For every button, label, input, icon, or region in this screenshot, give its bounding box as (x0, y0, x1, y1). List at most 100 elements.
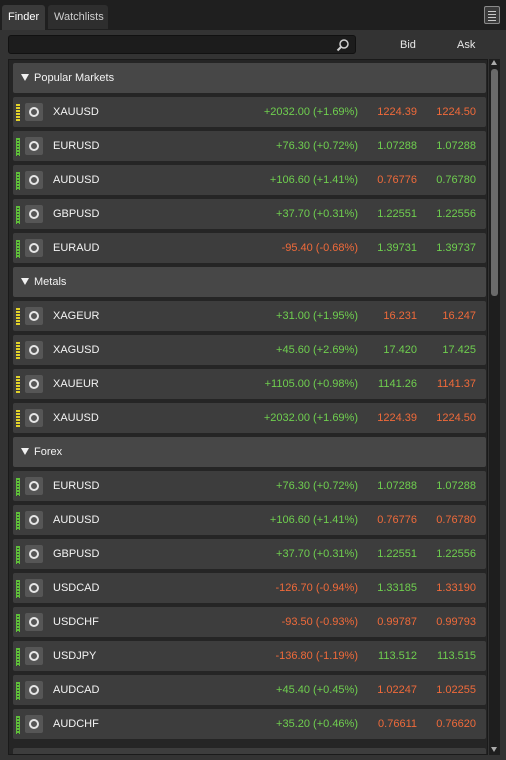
symbol-name: AUDUSD (53, 174, 100, 186)
symbol-row[interactable]: EURUSD +76.30 (+0.72%) 1.07288 1.07288 (13, 131, 486, 161)
column-header-bid: Bid (400, 39, 416, 51)
scroll-down-arrow-icon[interactable] (491, 747, 497, 752)
ask-price[interactable]: 0.76780 (436, 514, 476, 526)
activity-bar-icon (16, 410, 20, 428)
symbol-row-partial[interactable] (13, 748, 486, 754)
symbol-row[interactable]: USDJPY -136.80 (-1.19%) 113.512 113.515 (13, 641, 486, 671)
symbol-status-icon[interactable] (25, 307, 43, 325)
symbol-row[interactable]: AUDUSD +106.60 (+1.41%) 0.76776 0.76780 (13, 165, 486, 195)
bid-price[interactable]: 0.99787 (377, 616, 417, 628)
bid-price[interactable]: 1141.26 (378, 378, 417, 390)
panel-menu-icon[interactable] (484, 6, 500, 24)
symbol-status-icon[interactable] (25, 545, 43, 563)
collapse-triangle-icon[interactable] (21, 278, 29, 285)
bid-price[interactable]: 0.76776 (377, 174, 417, 186)
symbol-row[interactable]: XAUUSD +2032.00 (+1.69%) 1224.39 1224.50 (13, 403, 486, 433)
tab-finder[interactable]: Finder (2, 5, 45, 30)
ask-price[interactable]: 1.22556 (436, 548, 476, 560)
bid-price[interactable]: 17.420 (383, 344, 417, 356)
symbol-list: Popular Markets XAUUSD +2032.00 (+1.69%) 12… (8, 59, 488, 755)
symbol-status-icon[interactable] (25, 477, 43, 495)
ask-price[interactable]: 1.33190 (436, 582, 476, 594)
collapse-triangle-icon[interactable] (21, 74, 29, 81)
bid-price[interactable]: 1.07288 (377, 140, 417, 152)
daily-change: +76.30 (+0.72%) (276, 480, 358, 492)
bid-price[interactable]: 1.02247 (377, 684, 417, 696)
bid-price[interactable]: 1.39731 (377, 242, 417, 254)
symbol-status-icon[interactable] (25, 239, 43, 257)
symbol-name: USDCHF (53, 616, 99, 628)
ask-price[interactable]: 16.247 (442, 310, 476, 322)
symbol-status-icon[interactable] (25, 375, 43, 393)
tab-watchlists[interactable]: Watchlists (48, 5, 108, 29)
ask-price[interactable]: 1.07288 (436, 140, 476, 152)
ask-price[interactable]: 1.22556 (436, 208, 476, 220)
symbol-name: GBPUSD (53, 548, 100, 560)
symbol-row[interactable]: EURUSD +76.30 (+0.72%) 1.07288 1.07288 (13, 471, 486, 501)
ask-price[interactable]: 1224.50 (436, 412, 476, 424)
ask-price[interactable]: 0.76620 (436, 718, 476, 730)
daily-change: +35.20 (+0.46%) (276, 718, 358, 730)
group-header[interactable]: Popular Markets (13, 63, 486, 93)
search-input[interactable] (9, 36, 329, 53)
symbol-row[interactable]: USDCHF -93.50 (-0.93%) 0.99787 0.99793 (13, 607, 486, 637)
list-scrollbar[interactable] (489, 59, 500, 755)
symbol-row[interactable]: AUDUSD +106.60 (+1.41%) 0.76776 0.76780 (13, 505, 486, 535)
symbol-status-icon[interactable] (25, 647, 43, 665)
symbol-row[interactable]: XAGEUR +31.00 (+1.95%) 16.231 16.247 (13, 301, 486, 331)
scroll-up-arrow-icon[interactable] (491, 60, 497, 65)
bid-price[interactable]: 0.76776 (377, 514, 417, 526)
symbol-row[interactable]: XAUUSD +2032.00 (+1.69%) 1224.39 1224.50 (13, 97, 486, 127)
symbol-status-icon[interactable] (25, 341, 43, 359)
symbol-row[interactable]: GBPUSD +37.70 (+0.31%) 1.22551 1.22556 (13, 539, 486, 569)
ask-price[interactable]: 1224.50 (436, 106, 476, 118)
symbol-status-icon[interactable] (25, 205, 43, 223)
bid-price[interactable]: 1.07288 (377, 480, 417, 492)
group-header[interactable]: Metals (13, 267, 486, 297)
symbol-name: GBPUSD (53, 208, 100, 220)
symbol-row[interactable]: XAUEUR +1105.00 (+0.98%) 1141.26 1141.37 (13, 369, 486, 399)
symbol-status-icon[interactable] (25, 103, 43, 121)
ask-price[interactable]: 1.02255 (436, 684, 476, 696)
symbol-status-icon[interactable] (25, 171, 43, 189)
ask-price[interactable]: 0.76780 (436, 174, 476, 186)
bid-price[interactable]: 113.512 (378, 650, 417, 662)
bid-price[interactable]: 16.231 (383, 310, 417, 322)
daily-change: +37.70 (+0.31%) (276, 208, 358, 220)
symbol-status-icon[interactable] (25, 613, 43, 631)
symbol-status-icon[interactable] (25, 511, 43, 529)
bid-price[interactable]: 0.76611 (378, 718, 417, 730)
activity-bar-icon (16, 682, 20, 700)
symbol-name: AUDCAD (53, 684, 100, 696)
bid-price[interactable]: 1224.39 (377, 106, 417, 118)
group-header[interactable]: Forex (13, 437, 486, 467)
ask-price[interactable]: 17.425 (442, 344, 476, 356)
bid-price[interactable]: 1.33185 (377, 582, 417, 594)
symbol-row[interactable]: EURAUD -95.40 (-0.68%) 1.39731 1.39737 (13, 233, 486, 263)
group-title: Metals (34, 276, 67, 288)
symbol-row[interactable]: AUDCHF +35.20 (+0.46%) 0.76611 0.76620 (13, 709, 486, 739)
daily-change: +76.30 (+0.72%) (276, 140, 358, 152)
symbol-status-icon[interactable] (25, 409, 43, 427)
symbol-row[interactable]: USDCAD -126.70 (-0.94%) 1.33185 1.33190 (13, 573, 486, 603)
activity-bar-icon (16, 716, 20, 734)
ask-price[interactable]: 0.99793 (436, 616, 476, 628)
symbol-status-icon[interactable] (25, 137, 43, 155)
scroll-thumb[interactable] (491, 69, 498, 296)
ask-price[interactable]: 113.515 (437, 650, 476, 662)
ask-price[interactable]: 1141.37 (437, 378, 476, 390)
symbol-row[interactable]: XAGUSD +45.60 (+2.69%) 17.420 17.425 (13, 335, 486, 365)
bid-price[interactable]: 1.22551 (377, 208, 417, 220)
symbol-row[interactable]: AUDCAD +45.40 (+0.45%) 1.02247 1.02255 (13, 675, 486, 705)
collapse-triangle-icon[interactable] (21, 448, 29, 455)
ask-price[interactable]: 1.07288 (436, 480, 476, 492)
symbol-row[interactable]: GBPUSD +37.70 (+0.31%) 1.22551 1.22556 (13, 199, 486, 229)
bid-price[interactable]: 1.22551 (377, 548, 417, 560)
ask-price[interactable]: 1.39737 (436, 242, 476, 254)
symbol-status-icon[interactable] (25, 681, 43, 699)
symbol-name: AUDCHF (53, 718, 99, 730)
bid-price[interactable]: 1224.39 (377, 412, 417, 424)
symbol-status-icon[interactable] (25, 715, 43, 733)
symbol-status-icon[interactable] (25, 579, 43, 597)
search-icon[interactable] (336, 38, 350, 52)
